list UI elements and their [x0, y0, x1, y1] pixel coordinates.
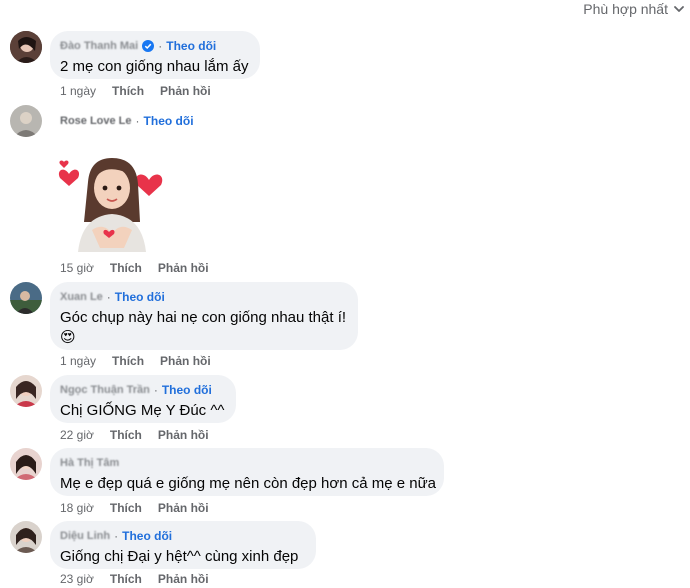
comment-actions: 23 giờ Thích Phản hồi — [60, 571, 209, 587]
comment-text: Góc chụp này hai nẹ con giống nhau thật … — [60, 309, 347, 326]
comment-bubble: Ngọc Thuận Trần · Theo dõi Chị GIỐNG Mẹ … — [50, 375, 236, 423]
comment-bubble: Hà Thị Tâm Mẹ e đẹp quá e giống mẹ nên c… — [50, 448, 444, 496]
reply-button[interactable]: Phản hồi — [160, 354, 211, 368]
avatar[interactable] — [10, 282, 42, 314]
commenter-name[interactable]: Xuan Le — [60, 291, 103, 303]
follow-button[interactable]: Theo dõi — [115, 290, 165, 304]
like-button[interactable]: Thích — [110, 572, 142, 586]
commenter-name[interactable]: Đào Thanh Mai — [60, 40, 138, 52]
sort-label: Phù hợp nhất — [583, 1, 668, 17]
reply-button[interactable]: Phản hồi — [160, 84, 211, 98]
comment-actions: 1 ngày Thích Phản hồi — [60, 83, 211, 99]
comment-text: 2 mẹ con giống nhau lắm ấy — [60, 58, 249, 75]
comment-actions: 1 ngày Thích Phản hồi — [60, 353, 211, 369]
comment-time[interactable]: 1 ngày — [60, 84, 96, 98]
sort-dropdown[interactable]: Phù hợp nhất — [583, 0, 684, 18]
comment-time[interactable]: 15 giờ — [60, 261, 94, 275]
commenter-name[interactable]: Diệu Linh — [60, 530, 110, 542]
avatar[interactable] — [10, 31, 42, 63]
comment-time[interactable]: 23 giờ — [60, 572, 94, 586]
reply-button[interactable]: Phản hồi — [158, 428, 209, 442]
comment-text: Giống chị Đại y hệt^^ cùng xinh đẹp — [60, 548, 299, 565]
commenter-name[interactable]: Rose Love Le — [60, 115, 132, 127]
verified-badge-icon — [142, 40, 155, 52]
like-button[interactable]: Thích — [112, 84, 144, 98]
comment-actions: 18 giờ Thích Phản hồi — [60, 500, 209, 516]
avatar[interactable] — [10, 448, 42, 480]
comment-text: Mẹ e đẹp quá e giống mẹ nên còn đẹp hơn … — [60, 475, 436, 492]
comment-header: Rose Love Le · Theo dõi — [60, 114, 194, 128]
heart-eyes-emoji: 😍 — [60, 329, 76, 346]
chevron-down-icon — [674, 6, 684, 12]
follow-button[interactable]: Theo dõi — [162, 383, 212, 397]
avatar[interactable] — [10, 521, 42, 553]
comment-bubble: Diệu Linh · Theo dõi Giống chị Đại y hệt… — [50, 521, 316, 569]
comment-time[interactable]: 1 ngày — [60, 354, 96, 368]
like-button[interactable]: Thích — [112, 354, 144, 368]
avatar[interactable] — [10, 105, 42, 137]
comment-actions: 22 giờ Thích Phản hồi — [60, 427, 209, 443]
like-button[interactable]: Thích — [110, 261, 142, 275]
reply-button[interactable]: Phản hồi — [158, 261, 209, 275]
like-button[interactable]: Thích — [110, 501, 142, 515]
follow-button[interactable]: Theo dõi — [144, 114, 194, 128]
comment-text: Chị GIỐNG Mẹ Y Đúc ^^ — [60, 402, 225, 419]
follow-button[interactable]: Theo dõi — [166, 39, 216, 53]
commenter-name[interactable]: Ngọc Thuận Trần — [60, 384, 150, 396]
reply-button[interactable]: Phản hồi — [158, 501, 209, 515]
comment-actions: 15 giờ Thích Phản hồi — [60, 260, 209, 276]
comment-bubble: Xuan Le · Theo dõi Góc chụp này hai nẹ c… — [50, 282, 358, 350]
comment-bubble: Đào Thanh Mai · Theo dõi 2 mẹ con giống … — [50, 31, 260, 79]
commenter-name[interactable]: Hà Thị Tâm — [60, 457, 119, 469]
reply-button[interactable]: Phản hồi — [158, 572, 209, 586]
follow-button[interactable]: Theo dõi — [122, 529, 172, 543]
avatar[interactable] — [10, 375, 42, 407]
comment-time[interactable]: 18 giờ — [60, 501, 94, 515]
comment-time[interactable]: 22 giờ — [60, 428, 94, 442]
heart-girl-sticker — [58, 158, 163, 252]
like-button[interactable]: Thích — [110, 428, 142, 442]
